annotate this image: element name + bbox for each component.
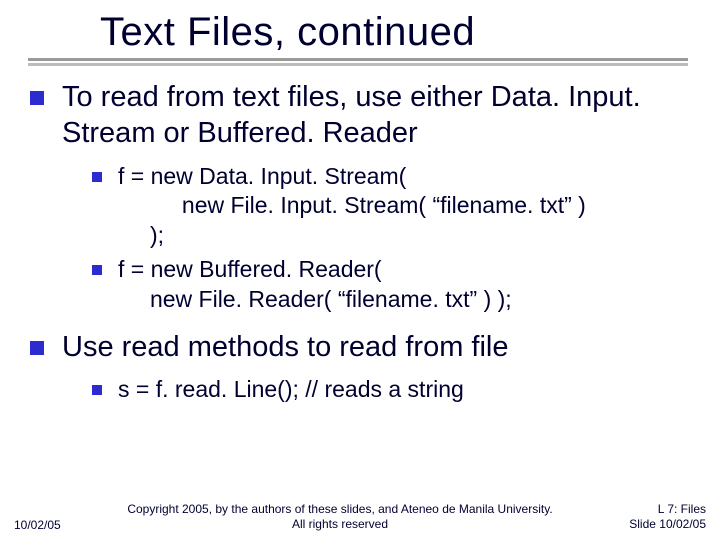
sub-bullet-group: s = f. read. Line(); // reads a string — [92, 375, 690, 405]
bullet-text: To read from text files, use either Data… — [62, 79, 690, 152]
square-bullet-icon — [92, 172, 102, 182]
title-area: Text Files, continued — [0, 0, 720, 61]
square-bullet-icon — [92, 385, 102, 395]
title-underline — [28, 58, 688, 61]
footer: 10/02/05 Copyright 2005, by the authors … — [0, 502, 720, 532]
footer-slide-label: Slide 10/02/05 — [556, 517, 706, 532]
bullet-text: f = new Data. Input. Stream( new File. I… — [118, 162, 586, 252]
footer-slide-info: L 7: Files Slide 10/02/05 — [556, 502, 720, 532]
footer-copyright: Copyright 2005, by the authors of these … — [124, 502, 556, 532]
bullet-text: Use read methods to read from file — [62, 329, 508, 365]
footer-lecture-label: L 7: Files — [556, 502, 706, 517]
bullet-text: s = f. read. Line(); // reads a string — [118, 375, 464, 405]
slide-body: To read from text files, use either Data… — [0, 61, 720, 405]
slide-title: Text Files, continued — [100, 10, 720, 55]
bullet-level2: f = new Buffered. Reader( new File. Read… — [92, 255, 690, 315]
square-bullet-icon — [92, 265, 102, 275]
bullet-level2: f = new Data. Input. Stream( new File. I… — [92, 162, 690, 252]
bullet-text: f = new Buffered. Reader( new File. Read… — [118, 255, 512, 315]
bullet-level1: Use read methods to read from file — [30, 329, 690, 365]
square-bullet-icon — [30, 91, 44, 105]
bullet-level2: s = f. read. Line(); // reads a string — [92, 375, 690, 405]
footer-date: 10/02/05 — [0, 518, 124, 532]
square-bullet-icon — [30, 341, 44, 355]
sub-bullet-group: f = new Data. Input. Stream( new File. I… — [92, 162, 690, 315]
bullet-level1: To read from text files, use either Data… — [30, 79, 690, 152]
